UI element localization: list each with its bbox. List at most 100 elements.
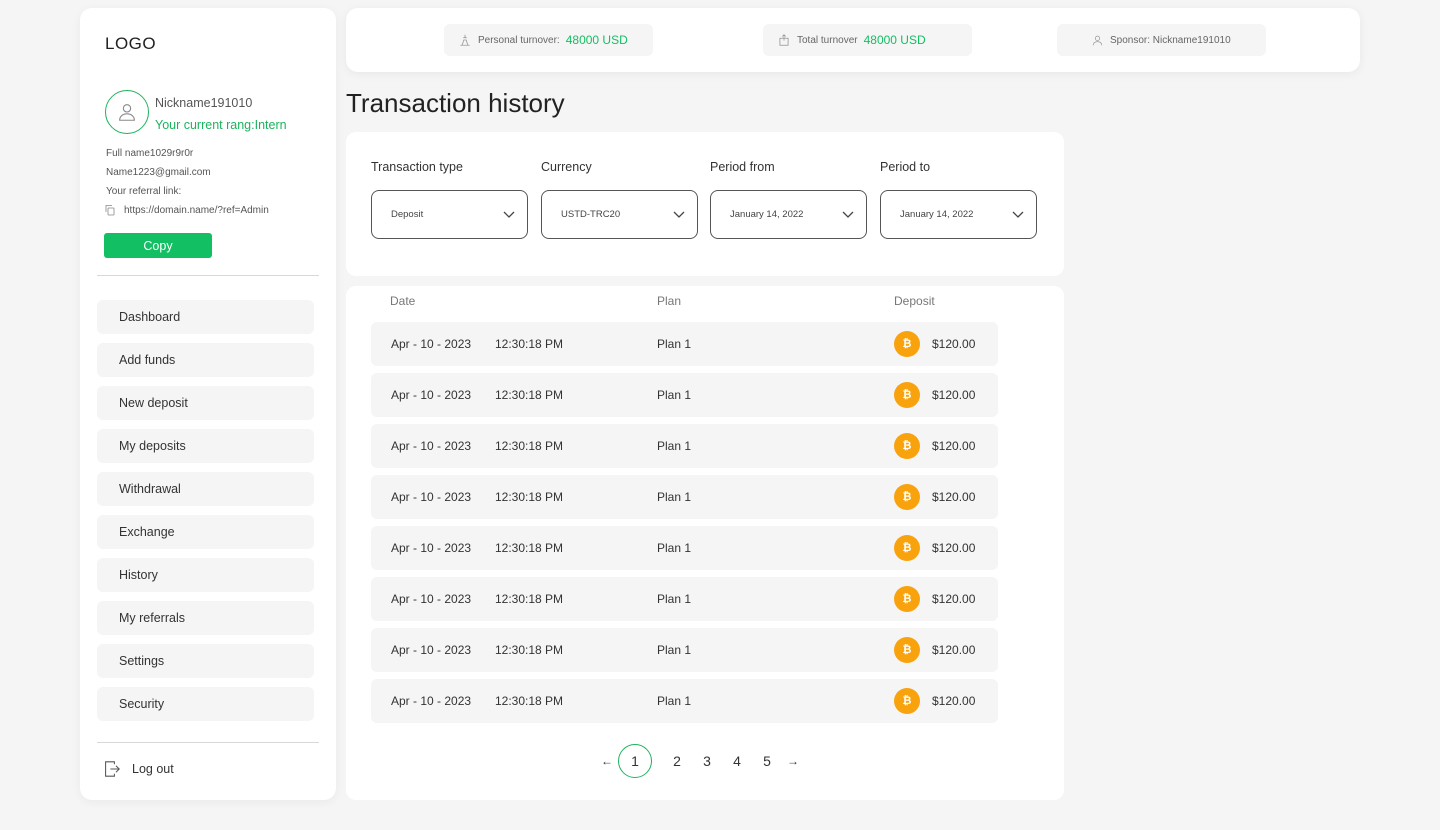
nav-item-exchange[interactable]: Exchange <box>97 515 314 549</box>
row-date: Apr - 10 - 2023 <box>391 592 472 606</box>
page-4-button[interactable]: 4 <box>722 753 752 769</box>
select-value: January 14, 2022 <box>730 209 804 220</box>
chevron-down-icon <box>673 211 685 218</box>
row-date: Apr - 10 - 2023 <box>391 694 472 708</box>
row-date: Apr - 10 - 2023 <box>391 388 472 402</box>
bitcoin-icon: ₿ <box>894 586 920 612</box>
sidebar-nav: Dashboard Add funds New deposit My depos… <box>97 300 314 730</box>
row-plan: Plan 1 <box>657 337 692 351</box>
total-turnover-icon <box>779 34 789 46</box>
turnover-icon <box>460 34 470 46</box>
row-time: 12:30:18 PM <box>495 694 564 708</box>
page-title: Transaction history <box>346 88 565 118</box>
row-amount: $120.00 <box>932 541 976 555</box>
personal-turnover: Personal turnover: 48000 USD <box>444 24 653 56</box>
filters-panel: Transaction type Deposit Currency USTD-T… <box>346 132 1064 276</box>
user-icon <box>1092 35 1103 45</box>
divider <box>97 742 319 743</box>
nav-item-new-deposit[interactable]: New deposit <box>97 386 314 420</box>
filter-label: Currency <box>541 160 592 174</box>
bitcoin-icon: ₿ <box>894 433 920 459</box>
stats-bar: Personal turnover: 48000 USD Total turno… <box>346 8 1360 72</box>
page-1-button[interactable]: 1 <box>618 744 652 778</box>
page-3-button[interactable]: 3 <box>692 753 722 769</box>
period-to-select[interactable]: January 14, 2022 <box>880 190 1037 239</box>
row-plan: Plan 1 <box>657 694 692 708</box>
nav-item-settings[interactable]: Settings <box>97 644 314 678</box>
total-turnover: Total turnover 48000 USD <box>763 24 972 56</box>
referral-link: https://domain.name/?ref=Admin <box>104 204 269 216</box>
nav-item-withdrawal[interactable]: Withdrawal <box>97 472 314 506</box>
next-page-arrow-icon[interactable]: → <box>782 754 804 768</box>
chevron-down-icon <box>503 211 515 218</box>
table-row[interactable]: Apr - 10 - 2023 12:30:18 PM Plan 1 ₿ $12… <box>371 628 998 672</box>
bitcoin-icon: ₿ <box>894 382 920 408</box>
period-from-select[interactable]: January 14, 2022 <box>710 190 867 239</box>
table-row[interactable]: Apr - 10 - 2023 12:30:18 PM Plan 1 ₿ $12… <box>371 373 998 417</box>
sponsor: Sponsor: Nickname191010 <box>1057 24 1266 56</box>
nav-item-add-funds[interactable]: Add funds <box>97 343 314 377</box>
currency-select[interactable]: USTD-TRC20 <box>541 190 698 239</box>
personal-turnover-label: Personal turnover: <box>478 34 560 46</box>
nav-item-my-deposits[interactable]: My deposits <box>97 429 314 463</box>
prev-page-arrow-icon[interactable]: ← <box>596 754 618 768</box>
row-time: 12:30:18 PM <box>495 541 564 555</box>
row-amount: $120.00 <box>932 592 976 606</box>
table-row[interactable]: Apr - 10 - 2023 12:30:18 PM Plan 1 ₿ $12… <box>371 475 998 519</box>
row-date: Apr - 10 - 2023 <box>391 541 472 555</box>
row-time: 12:30:18 PM <box>495 643 564 657</box>
row-plan: Plan 1 <box>657 541 692 555</box>
filter-label: Period from <box>710 160 775 174</box>
table-row[interactable]: Apr - 10 - 2023 12:30:18 PM Plan 1 ₿ $12… <box>371 577 998 621</box>
bitcoin-icon: ₿ <box>894 331 920 357</box>
logout-icon <box>105 761 120 777</box>
row-date: Apr - 10 - 2023 <box>391 337 472 351</box>
user-full-name: Full name1029r9r0r <box>106 148 194 159</box>
row-amount: $120.00 <box>932 388 976 402</box>
nav-item-history[interactable]: History <box>97 558 314 592</box>
page-2-button[interactable]: 2 <box>662 753 692 769</box>
filter-label: Period to <box>880 160 931 174</box>
total-turnover-label: Total turnover <box>797 34 858 46</box>
select-value: USTD-TRC20 <box>561 209 621 220</box>
row-time: 12:30:18 PM <box>495 388 564 402</box>
page-5-button[interactable]: 5 <box>752 753 782 769</box>
bitcoin-icon: ₿ <box>894 637 920 663</box>
row-date: Apr - 10 - 2023 <box>391 643 472 657</box>
table-row[interactable]: Apr - 10 - 2023 12:30:18 PM Plan 1 ₿ $12… <box>371 424 998 468</box>
sidebar: LOGO Nickname191010 Your current rang:In… <box>80 8 336 800</box>
table-row[interactable]: Apr - 10 - 2023 12:30:18 PM Plan 1 ₿ $12… <box>371 679 998 723</box>
row-amount: $120.00 <box>932 694 976 708</box>
select-value: Deposit <box>391 209 424 220</box>
divider <box>97 275 319 276</box>
row-amount: $120.00 <box>932 643 976 657</box>
pagination: ← 1 2 3 4 5 → <box>596 744 804 778</box>
logo[interactable]: LOGO <box>105 34 156 54</box>
column-header-plan: Plan <box>657 294 682 308</box>
row-plan: Plan 1 <box>657 592 692 606</box>
logout-button[interactable]: Log out <box>104 760 174 778</box>
table-row[interactable]: Apr - 10 - 2023 12:30:18 PM Plan 1 ₿ $12… <box>371 526 998 570</box>
bitcoin-icon: ₿ <box>894 484 920 510</box>
bitcoin-icon: ₿ <box>894 535 920 561</box>
row-date: Apr - 10 - 2023 <box>391 439 472 453</box>
transactions-table: Date Plan Deposit Apr - 10 - 2023 12:30:… <box>346 286 1064 800</box>
table-row[interactable]: Apr - 10 - 2023 12:30:18 PM Plan 1 ₿ $12… <box>371 322 998 366</box>
nav-item-dashboard[interactable]: Dashboard <box>97 300 314 334</box>
column-header-date: Date <box>390 294 416 308</box>
total-turnover-value: 48000 USD <box>863 33 926 47</box>
user-rang: Your current rang:Intern <box>155 118 287 132</box>
nav-item-my-referrals[interactable]: My referrals <box>97 601 314 635</box>
row-time: 12:30:18 PM <box>495 592 564 606</box>
copy-button[interactable]: Copy <box>104 233 212 258</box>
row-plan: Plan 1 <box>657 643 692 657</box>
chevron-down-icon <box>1012 211 1024 218</box>
row-amount: $120.00 <box>932 490 976 504</box>
row-plan: Plan 1 <box>657 388 692 402</box>
user-email: Name1223@gmail.com <box>106 167 211 178</box>
nav-item-security[interactable]: Security <box>97 687 314 721</box>
avatar[interactable] <box>105 90 149 134</box>
transaction-type-select[interactable]: Deposit <box>371 190 528 239</box>
row-plan: Plan 1 <box>657 490 692 504</box>
copy-icon[interactable] <box>104 204 116 216</box>
